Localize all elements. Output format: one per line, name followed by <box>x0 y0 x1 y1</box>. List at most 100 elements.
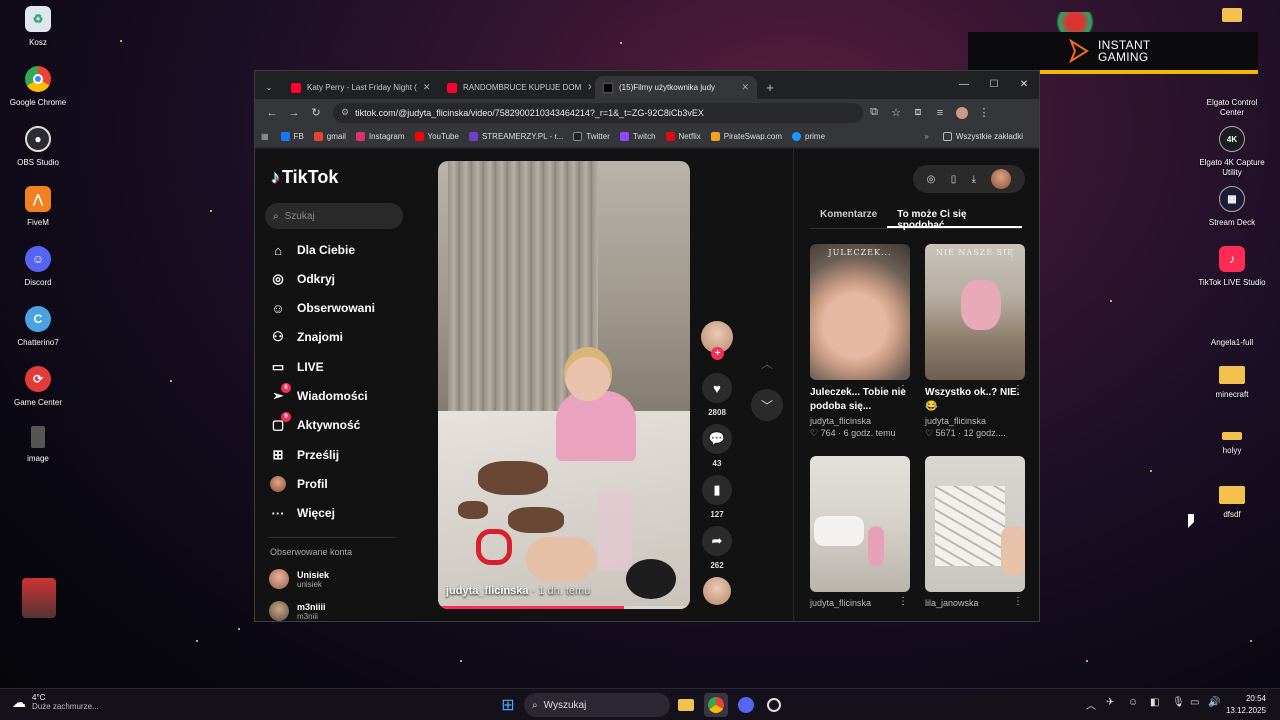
card-title[interactable]: Juleczek... Tobie nie podoba się... <box>810 386 910 414</box>
desktop-icon-holyy[interactable]: holyy <box>1194 432 1270 456</box>
desktop-icon-image[interactable]: image <box>0 426 76 464</box>
nav-explore[interactable]: ◎ Odkryj <box>269 270 335 288</box>
apps-grid-icon[interactable]: ▦ <box>261 132 269 141</box>
card-more-icon[interactable]: ⋮ <box>1013 384 1023 395</box>
bookmark-youtube[interactable]: YouTube <box>414 132 459 141</box>
search-input[interactable]: ⌕ Szukaj <box>265 203 403 229</box>
recommended-video-card[interactable]: JULECZEK... Juleczek... Tobie nie podoba… <box>810 244 910 439</box>
game-shortcut-icon[interactable] <box>22 578 56 618</box>
bookmark-gmail[interactable]: gmail <box>313 132 346 141</box>
microphone-icon[interactable]: 🎙 <box>1172 697 1185 708</box>
bookmark-pirateswap[interactable]: PirateSwap.com <box>710 132 782 141</box>
profile-avatar[interactable] <box>951 102 973 124</box>
recommended-video-card[interactable]: NIE NASZE SIĘ Wszystko ok..? NIE. 😂 judy… <box>925 244 1025 439</box>
previous-video-button[interactable]: ︿ <box>751 347 783 379</box>
video-thumbnail[interactable] <box>810 456 910 592</box>
folder-icon[interactable] <box>1222 8 1242 22</box>
close-tab-icon[interactable]: ✕ <box>417 82 431 93</box>
video-player[interactable]: judyta_flicinska · 1 dn. temu <box>438 161 690 609</box>
card-more-icon[interactable]: ⋮ <box>1013 596 1023 607</box>
next-video-button[interactable]: ﹀ <box>751 389 783 421</box>
download-icon[interactable]: ⤓ <box>972 174 976 185</box>
tab-you-may-like[interactable]: To może Ci się spodobać <box>887 203 1022 231</box>
bookmark-prime[interactable]: prime <box>792 132 825 141</box>
maximize-button[interactable]: ☐ <box>979 71 1009 97</box>
tab-tiktok[interactable]: (15)Filmy użytkownika judy ✕ <box>595 76 757 99</box>
recommended-video-card[interactable]: lila_janowska ⋮ <box>925 456 1025 608</box>
nav-profile[interactable]: Profil <box>269 475 328 493</box>
nav-upload[interactable]: ⊞ Prześlij <box>269 446 339 464</box>
desktop-icon-dfsdf[interactable]: dfsdf <box>1194 486 1270 520</box>
desktop-icon-minecraft[interactable]: minecraft <box>1194 366 1270 400</box>
nav-more[interactable]: ··· Więcej <box>269 504 335 522</box>
profile-avatar[interactable] <box>991 169 1012 189</box>
forward-button[interactable]: → <box>283 102 305 124</box>
desktop-icon-stream-deck[interactable]: ▦ Stream Deck <box>1194 186 1270 228</box>
recommended-video-card[interactable]: judyta_flicinska ⋮ <box>810 456 910 608</box>
tab-katy-perry[interactable]: Katy Perry - Last Friday Night ( ✕ <box>283 76 435 99</box>
extensions-icon[interactable]: ⧈ <box>907 102 929 124</box>
followed-account[interactable]: Unisiek unisiek <box>269 569 329 589</box>
tray-discord-icon[interactable]: ☺ <box>1128 697 1138 708</box>
nav-friends[interactable]: ⚇ Znajomi <box>269 328 343 346</box>
file-explorer-icon[interactable] <box>674 693 698 717</box>
followed-account[interactable]: m3niiii m3niii <box>269 601 326 621</box>
card-user[interactable]: judyta_flicinska <box>810 598 910 608</box>
nav-following[interactable]: ☺ Obserwowani <box>269 299 375 317</box>
desktop-icon-chrome[interactable]: Google Chrome <box>0 66 76 108</box>
desktop-icon-tiktok-live[interactable]: ♪ TikTok LIVE Studio <box>1194 246 1270 288</box>
card-user[interactable]: lila_janowska <box>925 598 1025 608</box>
tab-search-button[interactable]: ⌄ <box>259 76 279 99</box>
show-hidden-icons[interactable]: ︿ <box>1086 697 1096 712</box>
bookmark-star-icon[interactable]: ☆ <box>885 102 907 124</box>
close-tab-icon[interactable]: ✕ <box>581 82 591 93</box>
chrome-taskbar-icon[interactable] <box>704 693 728 717</box>
video-thumbnail[interactable] <box>925 456 1025 592</box>
desktop-icon-elgato-4k[interactable]: 4K Elgato 4K Capture Utility <box>1194 126 1270 178</box>
desktop-icon-fivem[interactable]: ⋀ FiveM <box>0 186 76 228</box>
bookmark-instagram[interactable]: Instagram <box>355 132 405 141</box>
desktop-icon-recycle-bin[interactable]: ♻ Kosz <box>0 6 76 48</box>
save-button[interactable]: ▮ <box>702 475 732 505</box>
nav-for-you[interactable]: ⌂ Dla Ciebie <box>269 241 355 259</box>
weather-widget[interactable]: ☁ 4°C Duże zachmurze... <box>12 693 99 711</box>
card-more-icon[interactable]: ⋮ <box>898 596 908 607</box>
bookmark-streamerzy[interactable]: STREAMERZY.PL - r... <box>468 132 563 141</box>
obs-taskbar-icon[interactable] <box>762 693 786 717</box>
minimize-button[interactable]: — <box>949 71 979 97</box>
compass-icon[interactable]: ◎ <box>927 174 936 185</box>
nav-messages[interactable]: ➢ 6 Wiadomości <box>269 383 368 405</box>
new-tab-button[interactable]: + <box>759 76 781 99</box>
bookmark-netflix[interactable]: Netflix <box>665 132 701 141</box>
discord-taskbar-icon[interactable] <box>734 693 758 717</box>
nav-live[interactable]: ▭ LIVE <box>269 358 324 376</box>
clock[interactable]: 20:54 13.12.2025 <box>1226 693 1266 717</box>
reload-button[interactable]: ↻ <box>305 102 327 124</box>
tray-app-icon[interactable]: ◧ <box>1150 697 1159 708</box>
network-icon[interactable]: ▭ <box>1190 697 1199 708</box>
phone-icon[interactable]: ▯ <box>951 174 957 185</box>
site-info-icon[interactable]: ⚙ <box>341 107 349 118</box>
tiktok-logo[interactable]: ♪ TikTok <box>271 167 338 188</box>
follow-plus-icon[interactable]: + <box>711 347 724 360</box>
install-app-icon[interactable]: ⧉ <box>863 102 885 124</box>
sound-avatar[interactable] <box>703 577 731 605</box>
close-tab-icon[interactable]: ✕ <box>735 82 749 93</box>
address-bar[interactable]: ⚙ tiktok.com/@judyta_flicinska/video/758… <box>333 102 863 123</box>
video-thumbnail[interactable]: NIE NASZE SIĘ <box>925 244 1025 380</box>
video-thumbnail[interactable]: JULECZEK... <box>810 244 910 380</box>
taskbar-search[interactable]: ⌕ Wyszukaj <box>524 693 670 717</box>
video-progress-bar[interactable] <box>438 606 690 609</box>
media-control-icon[interactable]: ≡ <box>929 102 951 124</box>
nav-activity[interactable]: ▢ 9 Aktywność <box>269 412 360 434</box>
tray-app-icon[interactable]: ✈ <box>1106 697 1114 708</box>
volume-icon[interactable]: 🔊 <box>1208 697 1220 708</box>
desktop-icon-elgato-control[interactable]: Elgato Control Center <box>1194 66 1270 118</box>
card-title[interactable]: Wszystko ok..? NIE. 😂 <box>925 386 1025 414</box>
like-button[interactable]: ♥ <box>702 373 732 403</box>
all-bookmarks-folder[interactable]: Wszystkie zakładki <box>942 132 1023 141</box>
tab-randombruce[interactable]: RANDOMBRUCE KUPUJE DOM ✕ <box>439 76 591 99</box>
bookmark-twitter[interactable]: Twitter <box>573 132 610 141</box>
more-bookmarks-icon[interactable]: » <box>924 132 928 141</box>
video-author[interactable]: judyta_flicinska · 1 dn. temu <box>446 585 590 597</box>
